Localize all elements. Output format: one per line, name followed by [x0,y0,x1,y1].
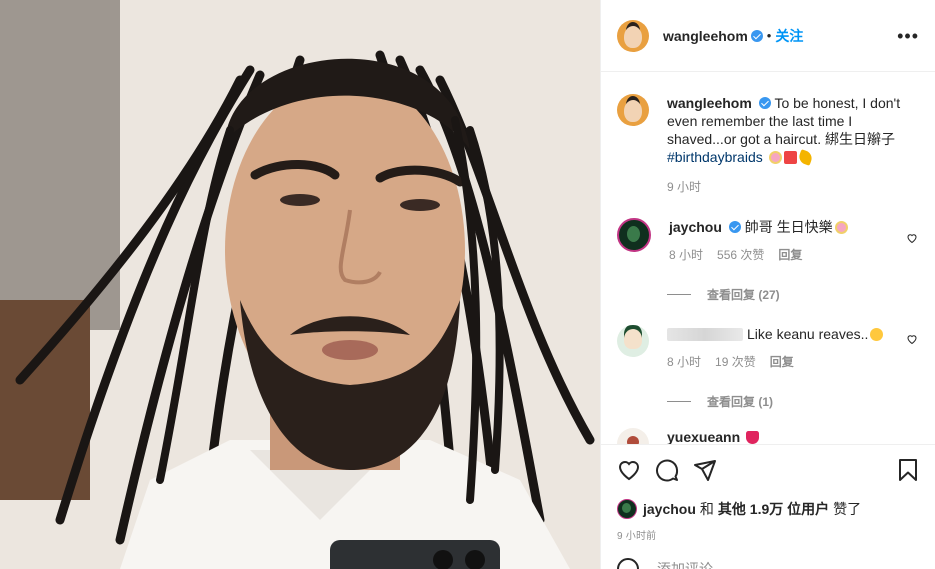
bookmark-icon[interactable] [896,458,920,482]
post-header: wangleehom • 关注 ••• [601,0,935,72]
comment-time: 8 小时 [667,355,702,369]
separator-dot: • [766,28,772,43]
likes-summary[interactable]: jaychou 和 其他 1.9万 位用户 赞了 [617,499,920,519]
gift-emoji-icon [783,151,797,164]
post-timestamp[interactable]: 9 小时前 [617,527,920,542]
heart-eyes-emoji-icon [870,328,884,341]
caption-time: 9 小时 [667,180,702,194]
add-comment-bar: 添加评论... [617,558,917,569]
comment-text: 帥哥 生日快樂 [744,219,833,235]
commenter-username[interactable]: yuexueann [667,429,740,444]
cake-emoji-icon [834,221,848,234]
comment-icon[interactable] [655,458,679,482]
reply-button[interactable]: 回复 [778,246,802,264]
caption-username[interactable]: wangleehom [667,95,752,111]
commenter-avatar[interactable] [617,218,651,252]
verified-badge-icon [758,97,771,109]
author-username[interactable]: wangleehom [663,28,748,44]
heart-icon[interactable] [617,458,641,482]
liker-username[interactable]: jaychou [643,501,696,517]
view-replies-label: 查看回复 (1) [707,395,774,409]
commenter-avatar[interactable] [617,428,649,444]
verified-badge-icon [750,29,763,42]
verified-badge-icon [728,221,741,233]
likes-others[interactable]: 其他 1.9万 位用户 [718,499,829,519]
hashtag-link[interactable]: #birthdaybraids [667,149,763,165]
more-options-icon[interactable]: ••• [897,27,919,45]
post-actions: jaychou 和 其他 1.9万 位用户 赞了 9 小时前 [601,444,935,542]
reply-button[interactable]: 回复 [770,353,794,371]
comment-input[interactable]: 添加评论... [657,559,725,569]
post-photo[interactable] [0,0,600,569]
divider-line [667,294,691,295]
party-popper-emoji-icon [796,149,814,166]
view-replies-label: 查看回复 (27) [707,288,780,302]
commenter-username[interactable]: jaychou [669,219,722,235]
heart-emoji-icon [746,431,760,444]
likes-connector: 和 [699,501,714,517]
comment-like-count[interactable]: 556 次赞 [717,246,764,264]
comment-item: yuexueann [617,410,920,444]
likes-suffix: 赞了 [833,501,862,517]
view-replies-button[interactable]: 查看回复 (27) [667,286,920,303]
heart-outline-icon[interactable] [906,333,918,345]
follow-button[interactable]: 关注 [775,26,803,46]
author-avatar[interactable] [617,19,649,52]
comment-item: jaychou 帥哥 生日快樂 8 小时 556 次赞 回复 [617,196,920,264]
liker-avatar [617,499,637,519]
paper-plane-icon[interactable] [693,458,717,482]
comment-like-count[interactable]: 19 次赞 [715,353,756,371]
caption: wangleehom To be honest, I don't even re… [617,72,920,196]
comment-text: Like keanu reaves.. [747,326,869,342]
portrait-image [0,0,600,569]
commenter-avatar[interactable] [617,325,649,357]
caption-avatar[interactable] [617,94,649,126]
comments-list[interactable]: wangleehom To be honest, I don't even re… [601,72,935,444]
blurred-username [667,328,743,341]
view-replies-button[interactable]: 查看回复 (1) [667,393,920,410]
comment-time: 8 小时 [669,248,704,262]
divider-line [667,401,691,402]
cake-emoji-icon [768,151,782,164]
emoji-picker-icon[interactable] [617,558,639,569]
action-icons [617,455,920,485]
comment-item: Like keanu reaves.. 8 小时 19 次赞 回复 [617,303,920,371]
post-side-panel: wangleehom • 关注 ••• wangleehom To be hon… [600,0,935,569]
heart-outline-icon[interactable] [906,232,918,244]
